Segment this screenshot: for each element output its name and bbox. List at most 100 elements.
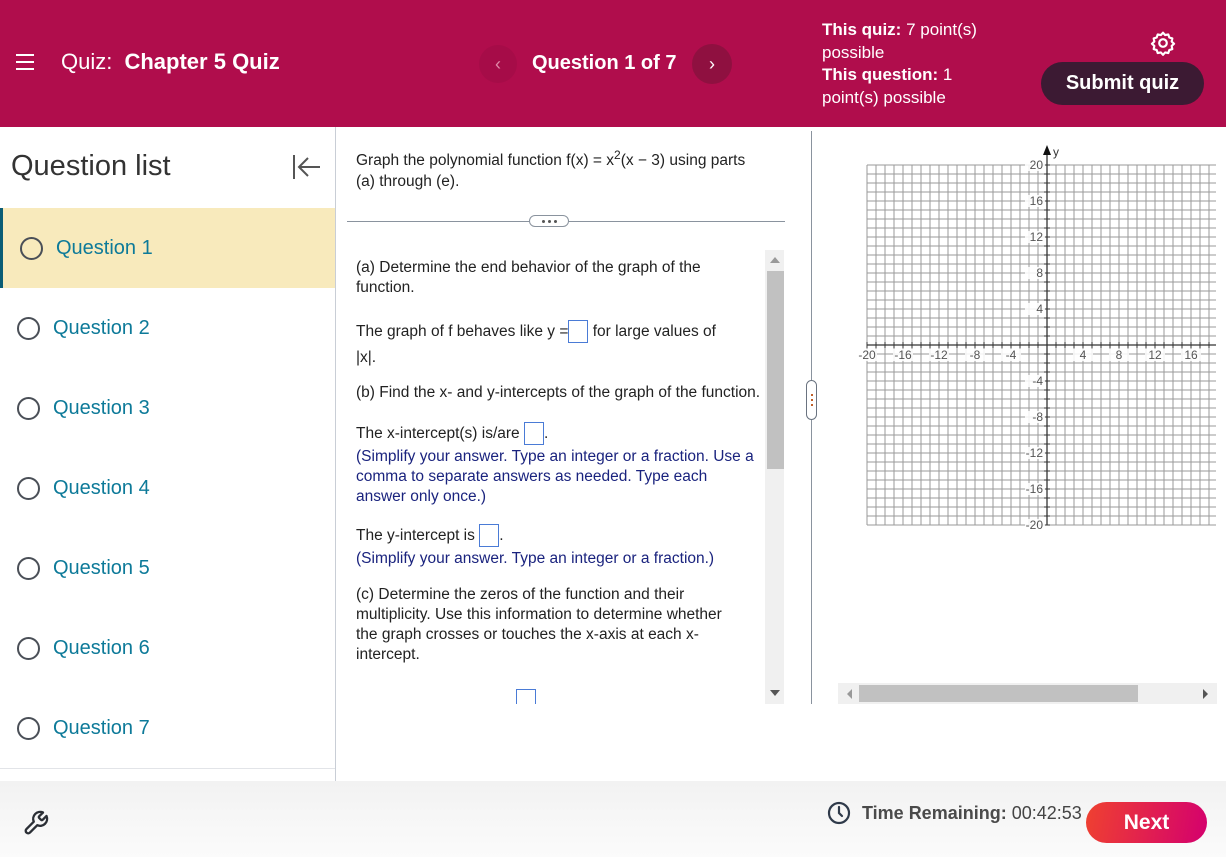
expand-stem-button[interactable] <box>529 215 569 227</box>
hamburger-icon[interactable] <box>16 54 34 70</box>
submit-quiz-button[interactable]: Submit quiz <box>1041 62 1204 105</box>
x-tick-label: 8 <box>1116 348 1123 362</box>
y-axis-arrow-icon <box>1043 145 1051 155</box>
question-list-item-6[interactable]: Question 6 <box>0 608 335 688</box>
y-tick-label: -20 <box>1026 518 1044 532</box>
status-circle-icon <box>20 236 43 260</box>
points-info: This quiz: 7 point(s) possible This ques… <box>822 19 1012 109</box>
y-tick-label: 8 <box>1036 266 1043 280</box>
y-axis-label: y <box>1053 145 1059 159</box>
x-tick-label: -8 <box>970 348 981 362</box>
end-behavior-input[interactable] <box>568 320 589 344</box>
collapse-left-icon[interactable] <box>290 153 322 181</box>
time-remaining-value: 00:42:53 <box>1011 803 1082 823</box>
scroll-left-arrow-icon[interactable] <box>847 689 852 699</box>
x-tick-label: -4 <box>1006 348 1017 362</box>
x-intercept-input[interactable] <box>523 422 544 446</box>
grip-dot <box>810 394 813 396</box>
x-tick-label: -12 <box>930 348 948 362</box>
question-list-title: Question list <box>11 150 171 182</box>
question-list-item-2[interactable]: Question 2 <box>0 288 335 368</box>
quiz-points-label: This quiz: <box>822 20 902 39</box>
quiz-header: Quiz: Chapter 5 Quiz ‹ Question 1 of 7 ›… <box>0 0 1226 127</box>
status-circle-icon <box>17 476 40 500</box>
y-tick-label: 4 <box>1036 302 1043 316</box>
x-tick-label: 4 <box>1080 348 1087 362</box>
question-list-item-5[interactable]: Question 5 <box>0 528 335 608</box>
question-list-item-label: Question 7 <box>53 716 150 739</box>
question-list-item-label: Question 2 <box>53 316 150 339</box>
question-list-item-1[interactable]: Question 1 <box>0 208 335 288</box>
quiz-title: Quiz: Chapter 5 Quiz <box>61 49 280 75</box>
part-a-prompt: (a) Determine the end behavior of the gr… <box>356 259 701 296</box>
y-intercept-input[interactable] <box>479 524 500 548</box>
part-a-answer-line: The graph of f behaves like y = for larg… <box>356 319 761 371</box>
scroll-up-arrow-icon[interactable] <box>770 257 780 263</box>
quiz-name: Chapter 5 Quiz <box>124 49 280 74</box>
y-intercept-label: The y-intercept is <box>356 527 475 544</box>
quiz-footer: Time Remaining: 00:42:53 Next <box>0 781 1226 857</box>
next-question-button[interactable]: › <box>692 44 732 84</box>
y-tick-label: -16 <box>1026 482 1044 496</box>
status-circle-icon <box>17 396 40 420</box>
scrollbar-thumb[interactable] <box>767 271 784 469</box>
previous-question-button[interactable]: ‹ <box>479 45 517 83</box>
question-list-item-7[interactable]: Question 7 <box>0 688 335 768</box>
question-list-item-label: Question 3 <box>53 396 150 419</box>
time-remaining-label: Time Remaining: <box>862 803 1007 823</box>
pane-resize-handle[interactable] <box>806 380 817 420</box>
x-intercept-hint: (Simplify your answer. Type an integer o… <box>356 448 754 505</box>
coordinate-grid[interactable]: y -20 -16 -12 -8 -4 4 8 12 16 20 16 12 8 4 -4 -8 -12 -16 -2… <box>840 135 1216 680</box>
part-a-answer-tail: |x|. <box>356 349 377 366</box>
sidebar-divider <box>0 768 335 769</box>
y-tick-label: 16 <box>1030 194 1044 208</box>
question-list-item-label: Question 1 <box>56 236 153 259</box>
y-tick-label: 20 <box>1030 158 1044 172</box>
question-position: Question 1 of 7 <box>532 52 677 74</box>
ellipsis-dot <box>553 219 557 223</box>
ellipsis-icon <box>541 219 545 223</box>
status-circle-icon <box>17 636 40 660</box>
ellipsis-dot <box>547 219 551 223</box>
status-circle-icon <box>17 556 40 580</box>
part-c-input[interactable] <box>516 689 536 704</box>
chevron-right-icon: › <box>709 53 715 74</box>
part-b-prompt: (b) Find the x- and y-intercepts of the … <box>356 384 761 401</box>
part-c-answer-line <box>356 689 761 704</box>
time-remaining: Time Remaining: 00:42:53 <box>862 803 1082 824</box>
wrench-icon[interactable] <box>22 809 50 837</box>
part-a-answer-suffix: for large values of <box>592 323 716 340</box>
question-stem-text: Graph the polynomial function f(x) = x <box>356 152 615 170</box>
x-tick-label: -16 <box>894 348 912 362</box>
status-circle-icon <box>17 316 40 340</box>
question-parts-scroll-area: (a) Determine the end behavior of the gr… <box>356 250 761 704</box>
scrollbar-thumb[interactable] <box>859 685 1138 702</box>
question-list-item-label: Question 4 <box>53 476 150 499</box>
gear-icon[interactable] <box>1150 30 1176 56</box>
part-a-answer-prefix: The graph of f behaves like y = <box>356 323 569 340</box>
question-list-item-3[interactable]: Question 3 <box>0 368 335 448</box>
question-list: Question 1 Question 2 Question 3 Questio… <box>0 208 335 768</box>
question-list-item-4[interactable]: Question 4 <box>0 448 335 528</box>
y-tick-label: -12 <box>1026 446 1044 460</box>
chevron-left-icon: ‹ <box>495 53 501 74</box>
x-intercept-label: The x-intercept(s) is/are <box>356 425 520 442</box>
x-tick-label: 12 <box>1148 348 1162 362</box>
y-tick-label: -4 <box>1032 374 1043 388</box>
scroll-down-arrow-icon[interactable] <box>770 690 780 696</box>
y-intercept-hint: (Simplify your answer. Type an integer o… <box>356 550 715 567</box>
part-c-prompt: (c) Determine the zeros of the function … <box>356 586 722 663</box>
scroll-right-arrow-icon[interactable] <box>1203 689 1208 699</box>
next-button[interactable]: Next <box>1086 802 1207 843</box>
graphing-area[interactable]: y -20 -16 -12 -8 -4 4 8 12 16 20 16 12 8 4 -4 -8 -12 -16 -2… <box>840 135 1216 680</box>
question-stem: Graph the polynomial function f(x) = x2(… <box>356 145 756 192</box>
quiz-title-prefix: Quiz: <box>61 49 113 74</box>
x-tick-label: -20 <box>858 348 876 362</box>
y-tick-label: 12 <box>1030 230 1044 244</box>
vertical-scrollbar[interactable] <box>765 250 784 704</box>
x-intercept-line: The x-intercept(s) is/are . <box>356 421 761 447</box>
question-list-item-label: Question 5 <box>53 556 150 579</box>
grip-dot <box>810 399 813 401</box>
horizontal-scrollbar[interactable] <box>838 683 1217 704</box>
status-circle-icon <box>17 716 40 740</box>
